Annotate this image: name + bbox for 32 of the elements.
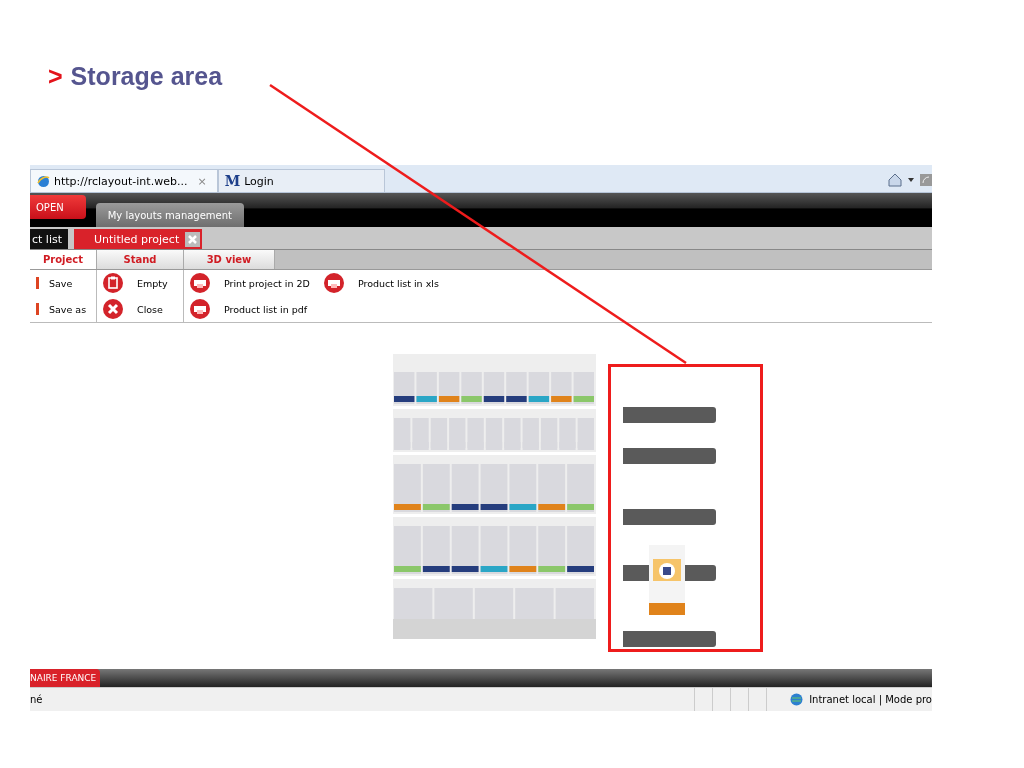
ribbon-tab[interactable]: Stand — [97, 250, 184, 269]
status-text: né — [30, 694, 43, 705]
printer-icon — [323, 273, 344, 293]
nav-button[interactable]: OPEN — [30, 195, 86, 219]
m-logo: M — [224, 173, 241, 189]
cut-off-icon — [36, 303, 39, 315]
document-tab[interactable]: ct list — [30, 229, 68, 249]
ribbon-button[interactable]: Product list in xls — [323, 270, 439, 296]
browser-tab[interactable]: http://rclayout-int.web... × — [30, 169, 218, 192]
ribbon-button[interactable]: Product list in pdf — [190, 296, 310, 322]
cut-off-icon — [36, 277, 39, 289]
clipboard-icon — [103, 273, 123, 293]
printer-icon — [190, 299, 210, 319]
ribbon-tab[interactable]: 3D view — [184, 250, 275, 269]
ribbon-button[interactable]: Close — [103, 296, 177, 322]
ribbon-button[interactable]: Empty — [103, 270, 177, 296]
close-icon — [103, 299, 123, 319]
zone-text: Intranet local | Mode pro — [809, 694, 932, 705]
slide-heading: > Storage area — [47, 61, 224, 92]
document-tab[interactable]: Untitled project — [74, 229, 203, 249]
ribbon-button[interactable]: Print project in 2D — [190, 270, 310, 296]
globe-e-icon — [37, 174, 50, 188]
browser-tab[interactable]: M Login — [217, 169, 385, 192]
home-icon[interactable] — [888, 173, 902, 187]
ribbon-button[interactable]: Save as — [36, 296, 90, 322]
ribbon-button[interactable]: Save — [36, 270, 90, 296]
printer-icon — [190, 273, 210, 293]
brand-label: NAIRE FRANCE — [30, 669, 101, 687]
globe-icon — [790, 693, 804, 706]
caret-icon[interactable] — [908, 178, 914, 182]
nav-button[interactable]: My layouts management — [95, 203, 244, 227]
ribbon-tab[interactable]: Project — [30, 250, 97, 269]
